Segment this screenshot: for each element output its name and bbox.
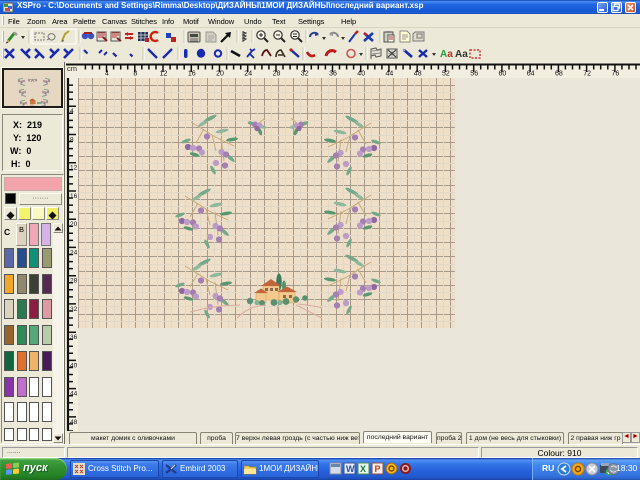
svg-text:48: 48 bbox=[70, 419, 78, 426]
svg-text:24: 24 bbox=[244, 71, 252, 78]
svg-text:40: 40 bbox=[70, 362, 78, 369]
svg-text:36: 36 bbox=[70, 334, 78, 341]
svg-text:Aa: Aa bbox=[455, 49, 468, 60]
svg-text:64: 64 bbox=[527, 71, 535, 78]
svg-text:32: 32 bbox=[301, 71, 309, 78]
svg-text:44: 44 bbox=[386, 71, 394, 78]
svg-text:48: 48 bbox=[414, 71, 422, 78]
svg-text:44: 44 bbox=[70, 391, 78, 398]
svg-text:32: 32 bbox=[70, 306, 78, 313]
svg-text:20: 20 bbox=[216, 71, 224, 78]
svg-text:X: X bbox=[360, 464, 366, 474]
svg-text:Aa: Aa bbox=[440, 49, 453, 60]
svg-text:72: 72 bbox=[583, 71, 591, 78]
svg-text:4: 4 bbox=[70, 108, 74, 115]
svg-text:52: 52 bbox=[442, 71, 450, 78]
svg-text:56: 56 bbox=[470, 71, 478, 78]
svg-text:20: 20 bbox=[70, 221, 78, 228]
svg-text:36: 36 bbox=[329, 71, 337, 78]
svg-text:40: 40 bbox=[357, 71, 365, 78]
svg-text:24: 24 bbox=[70, 249, 78, 256]
svg-text:8: 8 bbox=[133, 71, 137, 78]
svg-text:W: W bbox=[346, 464, 355, 474]
svg-text:4: 4 bbox=[105, 71, 109, 78]
svg-text:16: 16 bbox=[188, 71, 196, 78]
svg-text:12: 12 bbox=[160, 71, 168, 78]
svg-text:P: P bbox=[375, 464, 381, 474]
svg-text:68: 68 bbox=[555, 71, 563, 78]
svg-text:60: 60 bbox=[499, 71, 507, 78]
svg-text:16: 16 bbox=[70, 193, 78, 200]
svg-text:12: 12 bbox=[70, 165, 78, 172]
svg-text:8: 8 bbox=[70, 137, 74, 144]
svg-text:28: 28 bbox=[273, 71, 281, 78]
svg-text:28: 28 bbox=[70, 278, 78, 285]
svg-text:76: 76 bbox=[612, 71, 620, 78]
